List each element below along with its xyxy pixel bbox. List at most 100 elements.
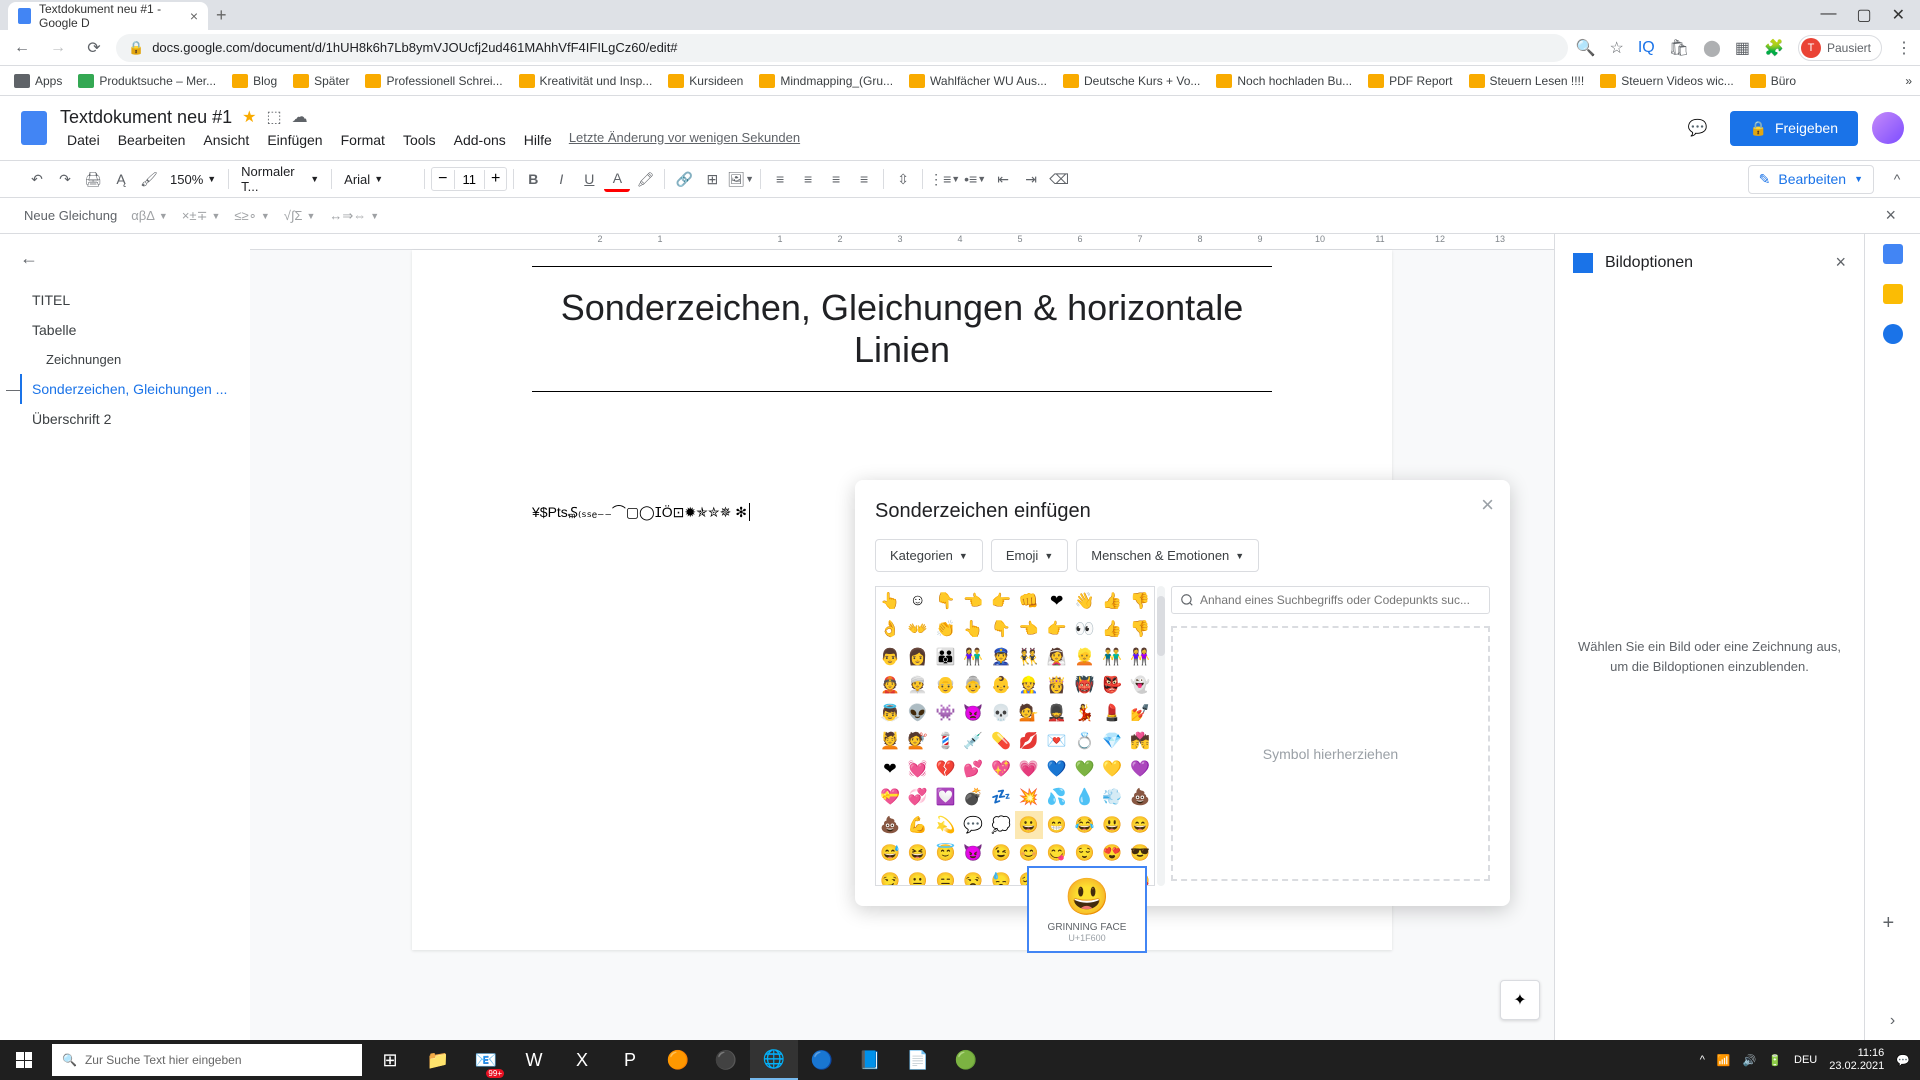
character-cell[interactable]: 💨 <box>1098 783 1126 811</box>
dialog-close-icon[interactable]: × <box>1481 492 1494 518</box>
character-cell[interactable]: 💆 <box>876 727 904 755</box>
clear-format-button[interactable]: ⌫ <box>1046 166 1072 192</box>
character-cell[interactable]: 👏 <box>932 615 960 643</box>
edit-mode-selector[interactable]: ✎ Bearbeiten ▼ <box>1748 165 1874 194</box>
character-cell[interactable]: 💣 <box>959 783 987 811</box>
bookmark-item[interactable]: Kursideen <box>662 70 749 92</box>
character-cell[interactable]: 💎 <box>1098 727 1126 755</box>
last-change-text[interactable]: Letzte Änderung vor wenigen Sekunden <box>569 130 800 150</box>
menu-view[interactable]: Ansicht <box>196 130 256 150</box>
character-cell[interactable]: ☺ <box>904 587 932 615</box>
character-cell[interactable]: 💥 <box>1015 783 1043 811</box>
decrease-indent-button[interactable]: ⇤ <box>990 166 1016 192</box>
character-cell[interactable]: 💚 <box>1071 755 1099 783</box>
character-cell[interactable]: 💫 <box>932 811 960 839</box>
excel-icon[interactable]: X <box>558 1040 606 1080</box>
url-bar[interactable]: 🔒 docs.google.com/document/d/1hUH8k6h7Lb… <box>116 34 1568 62</box>
eq-math[interactable]: √∫Σ ▼ <box>284 208 316 223</box>
italic-button[interactable]: I <box>548 166 574 192</box>
hide-menus-button[interactable]: ^ <box>1884 166 1910 192</box>
font-size-decrease[interactable]: − <box>432 168 453 190</box>
bookmark-item[interactable]: Kreativität und Insp... <box>513 70 659 92</box>
bookmark-item[interactable]: Büro <box>1744 70 1802 92</box>
character-cell[interactable]: 👆 <box>959 615 987 643</box>
character-cell[interactable]: 😇 <box>932 839 960 867</box>
character-cell[interactable]: 😋 <box>1043 839 1071 867</box>
menu-edit[interactable]: Bearbeiten <box>111 130 193 150</box>
menu-file[interactable]: Datei <box>60 130 107 150</box>
character-cell[interactable]: 👯 <box>1015 643 1043 671</box>
character-cell[interactable]: 👺 <box>1098 671 1126 699</box>
user-avatar[interactable] <box>1872 112 1904 144</box>
menu-format[interactable]: Format <box>334 130 392 150</box>
character-cell[interactable]: 👽 <box>904 699 932 727</box>
edge-icon[interactable]: 🔵 <box>798 1040 846 1080</box>
obs-icon[interactable]: ⚫ <box>702 1040 750 1080</box>
extension-icon-3[interactable]: ⬤ <box>1703 38 1721 58</box>
character-cell[interactable]: 👋 <box>1071 587 1099 615</box>
character-cell[interactable]: 💝 <box>876 783 904 811</box>
link-button[interactable]: 🔗 <box>671 166 697 192</box>
filter-emoji[interactable]: Emoji ▼ <box>991 539 1068 572</box>
character-cell[interactable]: 😀 <box>1015 811 1043 839</box>
character-cell[interactable]: 👎 <box>1126 587 1154 615</box>
share-button[interactable]: 🔒 Freigeben <box>1730 111 1858 146</box>
character-cell[interactable]: 👲 <box>876 671 904 699</box>
align-right-button[interactable]: ≡ <box>823 166 849 192</box>
character-cell[interactable]: 👐 <box>904 615 932 643</box>
wifi-icon[interactable]: 📶 <box>1717 1054 1731 1067</box>
align-center-button[interactable]: ≡ <box>795 166 821 192</box>
character-cell[interactable]: 👍 <box>1098 587 1126 615</box>
character-cell[interactable]: 👈 <box>959 587 987 615</box>
character-cell[interactable]: 👌 <box>876 615 904 643</box>
outline-item[interactable]: Tabelle <box>20 315 230 345</box>
bold-button[interactable]: B <box>520 166 546 192</box>
character-cell[interactable]: 💜 <box>1126 755 1154 783</box>
character-cell[interactable]: 💔 <box>932 755 960 783</box>
character-cell[interactable]: 👍 <box>1098 615 1126 643</box>
clock[interactable]: 11:16 23.02.2021 <box>1829 1047 1884 1073</box>
task-view-icon[interactable]: ⊞ <box>366 1040 414 1080</box>
character-cell[interactable]: 💕 <box>959 755 987 783</box>
character-cell[interactable]: 💛 <box>1098 755 1126 783</box>
character-cell[interactable]: 😐 <box>904 867 932 886</box>
bookmark-item[interactable]: Professionell Schrei... <box>359 70 508 92</box>
character-cell[interactable]: 👷 <box>1015 671 1043 699</box>
character-cell[interactable]: 😁 <box>1043 811 1071 839</box>
image-button[interactable]: 🖼 ▼ <box>727 166 754 192</box>
character-cell[interactable]: 👶 <box>987 671 1015 699</box>
character-cell[interactable]: 💧 <box>1071 783 1099 811</box>
filter-categories[interactable]: Kategorien ▼ <box>875 539 983 572</box>
character-cell[interactable]: 💍 <box>1071 727 1099 755</box>
draw-symbol-box[interactable]: Symbol hierherziehen <box>1171 626 1490 881</box>
eq-greek[interactable]: αβΔ ▼ <box>131 208 168 223</box>
character-cell[interactable]: 👮 <box>987 643 1015 671</box>
tray-expand-icon[interactable]: ^ <box>1700 1054 1705 1066</box>
move-folder-icon[interactable]: ⬚ <box>266 107 281 127</box>
character-cell[interactable]: 💅 <box>1126 699 1154 727</box>
browser-tab[interactable]: Textdokument neu #1 - Google D × <box>8 2 208 30</box>
undo-button[interactable]: ↶ <box>24 166 50 192</box>
character-cell[interactable]: 😑 <box>932 867 960 886</box>
back-button[interactable]: ← <box>8 34 36 62</box>
bookmark-item[interactable]: Blog <box>226 70 283 92</box>
highlight-button[interactable]: 🖍 <box>632 166 658 192</box>
extension-icon-4[interactable]: ▦ <box>1735 38 1750 58</box>
eq-arrows[interactable]: ↔⇒⇔ ▼ <box>329 208 379 224</box>
numbered-list-button[interactable]: ⋮≡ ▼ <box>929 166 960 192</box>
menu-icon[interactable]: ⋮ <box>1896 38 1912 58</box>
character-cell[interactable]: 💗 <box>1015 755 1043 783</box>
character-cell[interactable]: 😌 <box>1071 839 1099 867</box>
taskbar-search[interactable]: 🔍 Zur Suche Text hier eingeben <box>52 1044 362 1076</box>
character-cell[interactable]: 👿 <box>959 699 987 727</box>
volume-icon[interactable]: 🔊 <box>1743 1054 1757 1067</box>
character-cell[interactable]: 😃 <box>1098 811 1126 839</box>
character-cell[interactable]: 😓 <box>987 867 1015 886</box>
character-cell[interactable]: 💬 <box>959 811 987 839</box>
character-cell[interactable]: 👨 <box>876 643 904 671</box>
line-spacing-button[interactable]: ⇳ <box>890 166 916 192</box>
character-cell[interactable]: 👩 <box>904 643 932 671</box>
extension-icon[interactable]: IQ <box>1638 39 1655 57</box>
eq-rel[interactable]: ≤≥∘ ▼ <box>234 208 269 224</box>
character-cell[interactable]: 👱 <box>1071 643 1099 671</box>
